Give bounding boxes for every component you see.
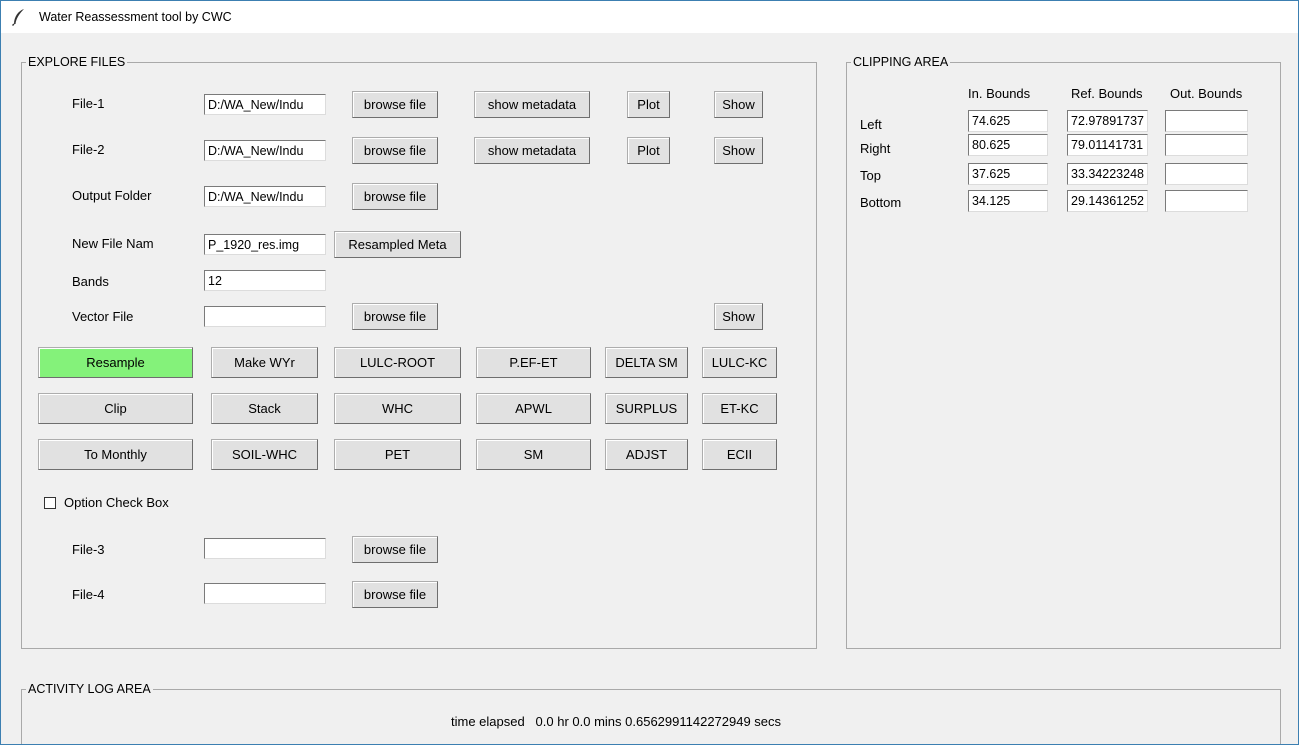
file2-browse-button[interactable]: browse file [352,137,438,164]
bands-input[interactable] [204,270,326,291]
lulc-root-button[interactable]: LULC-ROOT [334,347,461,378]
vector-show-button[interactable]: Show [714,303,763,330]
file2-input[interactable] [204,140,326,161]
top-out-bounds-input[interactable] [1165,163,1248,185]
file1-input[interactable] [204,94,326,115]
out-bounds-header: Out. Bounds [1170,86,1243,101]
top-in-bounds-input[interactable] [968,163,1048,185]
file1-plot-button[interactable]: Plot [627,91,670,118]
file1-show-button[interactable]: Show [714,91,763,118]
apwl-button[interactable]: APWL [476,393,591,424]
ecii-button[interactable]: ECII [702,439,777,470]
explore-files-title: EXPLORE FILES [26,54,128,70]
file1-browse-button[interactable]: browse file [352,91,438,118]
window-title: Water Reassessment tool by CWC [39,10,232,24]
pet-button[interactable]: PET [334,439,461,470]
main-window: Water Reassessment tool by CWC EXPLORE F… [0,0,1299,745]
left-in-bounds-input[interactable] [968,110,1048,132]
sm-button[interactable]: SM [476,439,591,470]
file4-input[interactable] [204,583,326,604]
vector-browse-button[interactable]: browse file [352,303,438,330]
file2-show-button[interactable]: Show [714,137,763,164]
clip-row-label: Left [860,117,882,132]
bottom-ref-bounds-input[interactable] [1067,190,1148,212]
bottom-out-bounds-input[interactable] [1165,190,1248,212]
new-file-name-input[interactable] [204,234,326,255]
file1-label: File-1 [72,96,105,111]
clip-row-label: Right [860,141,891,156]
whc-button[interactable]: WHC [334,393,461,424]
file4-browse-button[interactable]: browse file [352,581,438,608]
title-bar[interactable]: Water Reassessment tool by CWC [1,1,1298,33]
lulc-kc-button[interactable]: LULC-KC [702,347,777,378]
resampled-meta-button[interactable]: Resampled Meta [334,231,461,258]
right-in-bounds-input[interactable] [968,134,1048,156]
option-checkbox[interactable] [44,497,56,509]
clip-row-label: Bottom [860,195,902,210]
output-folder-input[interactable] [204,186,326,207]
make-wyr-button[interactable]: Make WYr [211,347,318,378]
file2-metadata-button[interactable]: show metadata [474,137,590,164]
output-browse-button[interactable]: browse file [352,183,438,210]
file1-metadata-button[interactable]: show metadata [474,91,590,118]
vector-file-input[interactable] [204,306,326,327]
ref-bounds-header: Ref. Bounds [1071,86,1143,101]
log-message: time elapsed 0.0 hr 0.0 mins 0.656299114… [451,714,782,729]
file3-label: File-3 [72,542,105,557]
stack-button[interactable]: Stack [211,393,318,424]
file2-plot-button[interactable]: Plot [627,137,670,164]
right-ref-bounds-input[interactable] [1067,134,1148,156]
option-checkbox-label[interactable]: Option Check Box [64,495,169,511]
et-kc-button[interactable]: ET-KC [702,393,777,424]
left-ref-bounds-input[interactable] [1067,110,1148,132]
adjst-button[interactable]: ADJST [605,439,688,470]
in-bounds-header: In. Bounds [968,86,1031,101]
output-folder-label: Output Folder [72,188,152,203]
clip-button[interactable]: Clip [38,393,193,424]
soil-whc-button[interactable]: SOIL-WHC [211,439,318,470]
bottom-in-bounds-input[interactable] [968,190,1048,212]
file4-label: File-4 [72,587,105,602]
clipping-area-title: CLIPPING AREA [851,54,951,70]
bands-label: Bands [72,274,109,289]
surplus-button[interactable]: SURPLUS [605,393,688,424]
to-monthly-button[interactable]: To Monthly [38,439,193,470]
right-out-bounds-input[interactable] [1165,134,1248,156]
left-out-bounds-input[interactable] [1165,110,1248,132]
file2-label: File-2 [72,142,105,157]
clip-row-label: Top [860,168,881,183]
activity-log-title: ACTIVITY LOG AREA [26,681,153,697]
pef-et-button[interactable]: P.EF-ET [476,347,591,378]
top-ref-bounds-input[interactable] [1067,163,1148,185]
file3-browse-button[interactable]: browse file [352,536,438,563]
resample-button[interactable]: Resample [38,347,193,378]
vector-file-label: Vector File [72,309,134,324]
file3-input[interactable] [204,538,326,559]
feather-icon [12,9,24,26]
new-file-name-label: New File Nam [72,236,154,251]
delta-sm-button[interactable]: DELTA SM [605,347,688,378]
